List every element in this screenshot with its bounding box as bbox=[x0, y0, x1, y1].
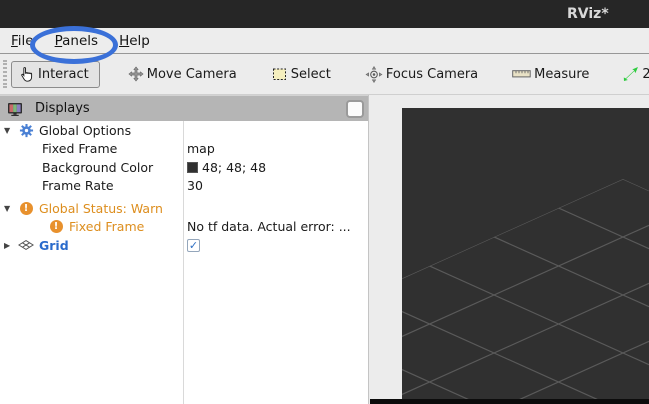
row-value-frame-rate[interactable]: 30 bbox=[187, 177, 203, 196]
render-area bbox=[370, 95, 649, 404]
gear-icon bbox=[18, 123, 34, 138]
tree-row-grid[interactable]: ▶ Grid ✓ bbox=[0, 236, 368, 255]
toolbar: Interact Move Camera Select Focus Camera Mea… bbox=[0, 54, 649, 95]
tree-row-global-status[interactable]: ▼! Global Status: Warn bbox=[0, 199, 368, 218]
chevron-down-icon[interactable]: ▼ bbox=[4, 204, 18, 213]
tree-row-frame-rate[interactable]: Frame Rate 30 bbox=[0, 177, 368, 196]
tree-row-fixed-frame[interactable]: Fixed Frame map bbox=[0, 140, 368, 159]
toolbar-drag-handle[interactable] bbox=[3, 60, 7, 88]
warning-icon: ! bbox=[48, 220, 64, 233]
enabled-checkbox[interactable]: ✓ bbox=[187, 239, 200, 252]
color-swatch bbox=[187, 162, 198, 173]
tool-label: Measure bbox=[534, 67, 589, 82]
tree-row-status-fixed-frame[interactable]: ! Fixed Frame No tf data. Actual error: ..… bbox=[0, 218, 368, 237]
row-label-status-fixed-frame: Fixed Frame bbox=[69, 219, 144, 234]
value-text: map bbox=[187, 141, 215, 156]
displays-panel-title: Displays bbox=[35, 101, 90, 116]
tool-move-camera[interactable]: Move Camera bbox=[122, 62, 243, 86]
tool-label: 2D Pose Esti bbox=[642, 67, 649, 82]
tool-measure[interactable]: Measure bbox=[506, 63, 595, 86]
hand-cursor-icon bbox=[18, 66, 35, 83]
row-value-fixed-frame[interactable]: map bbox=[187, 140, 215, 159]
row-value-status-fixed-frame[interactable]: No tf data. Actual error: ... bbox=[187, 218, 351, 237]
row-label-background-color: Background Color bbox=[42, 160, 153, 175]
menu-item-panels[interactable]: Panels bbox=[52, 31, 101, 51]
tool-focus-camera[interactable]: Focus Camera bbox=[359, 62, 484, 87]
displays-panel-header: Displays bbox=[0, 95, 368, 121]
row-label-fixed-frame: Fixed Frame bbox=[42, 141, 117, 156]
pose-arrow-icon bbox=[623, 66, 639, 82]
grid-icon bbox=[18, 239, 34, 251]
panel-float-button[interactable] bbox=[346, 100, 364, 118]
tree-row-background-color[interactable]: Background Color 48; 48; 48 bbox=[0, 158, 368, 177]
selection-box-icon bbox=[271, 66, 288, 82]
window-titlebar: RViz* bbox=[0, 0, 649, 28]
tool-label: Move Camera bbox=[147, 67, 237, 82]
tool-interact[interactable]: Interact bbox=[11, 61, 100, 88]
warning-icon: ! bbox=[18, 202, 34, 215]
tool-select[interactable]: Select bbox=[265, 62, 337, 86]
displays-tree: ▼ Global Options Fixed Frame map Background … bbox=[0, 121, 368, 404]
move-arrows-icon bbox=[128, 66, 144, 82]
tool-2d-pose-estimate[interactable]: 2D Pose Esti bbox=[617, 62, 649, 86]
row-label-frame-rate: Frame Rate bbox=[42, 178, 114, 193]
value-text: No tf data. Actual error: ... bbox=[187, 219, 351, 234]
row-label-global-status: Global Status: Warn bbox=[39, 201, 163, 216]
row-value-background-color[interactable]: 48; 48; 48 bbox=[187, 158, 266, 177]
monitor-icon bbox=[7, 100, 23, 118]
value-text: 48; 48; 48 bbox=[202, 160, 266, 175]
crosshair-icon bbox=[365, 66, 383, 83]
viewport-grid bbox=[402, 108, 649, 404]
window-title: RViz* bbox=[567, 0, 609, 28]
tool-label: Select bbox=[291, 67, 331, 82]
tree-row-global-options[interactable]: ▼ Global Options bbox=[0, 121, 368, 140]
row-value-grid[interactable]: ✓ bbox=[187, 236, 200, 255]
row-label-global-options: Global Options bbox=[39, 123, 131, 138]
menu-item-file[interactable]: File bbox=[8, 31, 37, 51]
displays-panel: Displays ▼ Global Options Fixed Frame map Ba… bbox=[0, 95, 369, 404]
row-label-grid: Grid bbox=[39, 238, 69, 253]
ruler-icon bbox=[512, 68, 531, 80]
menu-item-help[interactable]: Help bbox=[116, 31, 153, 51]
3d-viewport[interactable] bbox=[402, 108, 649, 404]
chevron-right-icon[interactable]: ▶ bbox=[4, 241, 18, 250]
tool-label: Focus Camera bbox=[386, 67, 478, 82]
menu-bar: File Panels Help bbox=[0, 28, 649, 54]
tool-label: Interact bbox=[38, 67, 89, 82]
viewport-bottom-strip bbox=[370, 399, 649, 404]
value-text: 30 bbox=[187, 178, 203, 193]
chevron-down-icon[interactable]: ▼ bbox=[4, 126, 18, 135]
